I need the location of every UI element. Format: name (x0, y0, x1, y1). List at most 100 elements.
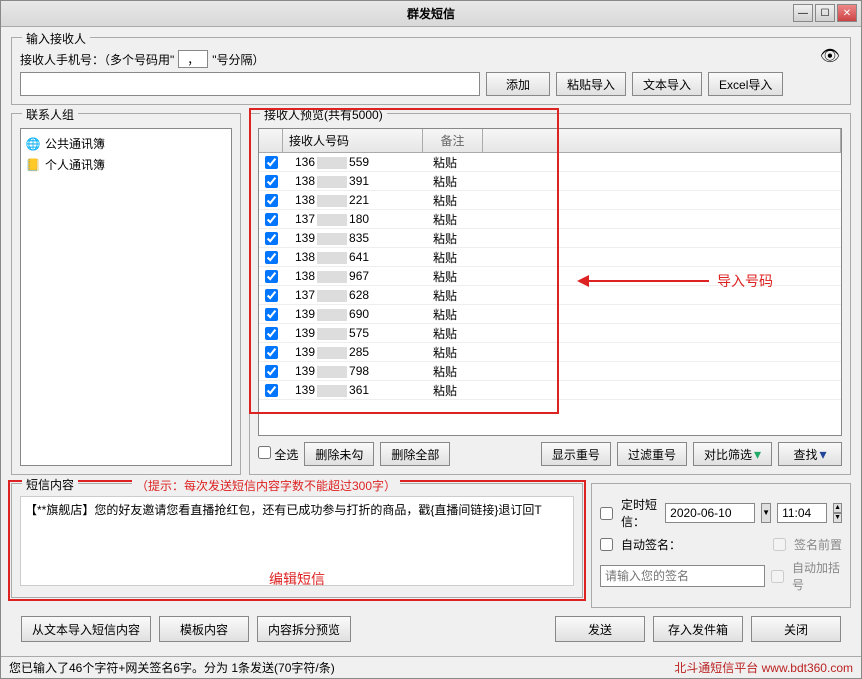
row-number: 139835 (283, 231, 423, 245)
row-checkbox[interactable] (265, 289, 278, 302)
auto-sign-label: 自动签名： (621, 536, 681, 553)
preview-group: 接收人预览(共有5000) ▲ 接收人号码 备注 136559粘贴138391粘… (249, 113, 851, 475)
table-row[interactable]: 139690粘贴 (259, 305, 841, 324)
row-remark: 粘贴 (423, 306, 483, 323)
table-row[interactable]: 138967粘贴 (259, 267, 841, 286)
row-number: 137628 (283, 288, 423, 302)
contacts-tree: 🌐公共通讯簿📒个人通讯簿 (20, 128, 232, 466)
recipient-phone-input[interactable] (20, 72, 480, 96)
chevron-down-icon: ▾ (754, 446, 761, 462)
col-number: 接收人号码 (283, 129, 423, 152)
import-text-sms-button[interactable]: 从文本导入短信内容 (21, 616, 151, 642)
statusbar: 您已输入了46个字符+网关签名6字。分为 1条发送(70字符/条) 北斗通短信平… (1, 656, 861, 678)
delete-all-button[interactable]: 删除全部 (380, 442, 450, 466)
minimize-button[interactable]: — (793, 4, 813, 22)
row-checkbox[interactable] (265, 232, 278, 245)
close-button[interactable]: ✕ (837, 4, 857, 22)
table-row[interactable]: 136559粘贴 (259, 153, 841, 172)
row-remark: 粘贴 (423, 154, 483, 171)
row-remark: 粘贴 (423, 230, 483, 247)
row-checkbox[interactable] (265, 270, 278, 283)
sms-hint: （提示：每次发送短信内容字数不能超过300字） (132, 477, 400, 494)
row-number: 139798 (283, 364, 423, 378)
search-button[interactable]: 查找▾ (778, 442, 842, 466)
row-checkbox[interactable] (265, 384, 278, 397)
table-row[interactable]: 137628粘贴 (259, 286, 841, 305)
paste-import-button[interactable]: 粘贴导入 (556, 72, 626, 96)
save-outbox-button[interactable]: 存入发件箱 (653, 616, 743, 642)
row-number: 139690 (283, 307, 423, 321)
edit-sms-annotation: 编辑短信 (269, 569, 325, 589)
row-remark: 粘贴 (423, 268, 483, 285)
auto-bracket-label: 自动加括号 (792, 559, 842, 593)
row-remark: 粘贴 (423, 173, 483, 190)
eye-icon[interactable]: 👁 (820, 46, 840, 66)
row-checkbox[interactable] (265, 346, 278, 359)
row-number: 138391 (283, 174, 423, 188)
auto-sign-checkbox[interactable] (600, 538, 613, 551)
row-remark: 粘贴 (423, 344, 483, 361)
recipient-legend: 输入接收人 (22, 30, 90, 47)
row-checkbox[interactable] (265, 365, 278, 378)
table-row[interactable]: 139835粘贴 (259, 229, 841, 248)
row-checkbox[interactable] (265, 213, 278, 226)
brand-name: 北斗通短信平台 (674, 661, 758, 675)
row-checkbox[interactable] (265, 156, 278, 169)
table-row[interactable]: 139575粘贴 (259, 324, 841, 343)
row-remark: 粘贴 (423, 211, 483, 228)
table-row[interactable]: 139361粘贴 (259, 381, 841, 400)
status-text: 您已输入了46个字符+网关签名6字。分为 1条发送(70字符/条) (9, 659, 335, 676)
row-checkbox[interactable] (265, 194, 278, 207)
sign-prefix-checkbox (773, 538, 786, 551)
time-input[interactable] (777, 503, 827, 523)
timed-sms-label: 定时短信： (621, 496, 659, 530)
table-row[interactable]: 138641粘贴 (259, 248, 841, 267)
text-import-button[interactable]: 文本导入 (632, 72, 702, 96)
close-dialog-button[interactable]: 关闭 (751, 616, 841, 642)
send-button[interactable]: 发送 (555, 616, 645, 642)
table-row[interactable]: 138391粘贴 (259, 172, 841, 191)
brand-url: www.bdt360.com (762, 661, 853, 675)
contacts-legend: 联系人组 (22, 106, 78, 123)
signature-input[interactable] (600, 565, 765, 587)
compare-filter-button[interactable]: 对比筛选▾ (693, 442, 772, 466)
date-input[interactable] (665, 503, 755, 523)
tree-item[interactable]: 🌐公共通讯簿 (25, 133, 227, 154)
person-icon: 📒 (25, 157, 41, 173)
titlebar: 群发短信 — ☐ ✕ (1, 1, 861, 27)
sms-options-group: 定时短信： ▼ ▲▼ 自动签名： 签名前置 (591, 483, 851, 608)
row-remark: 粘贴 (423, 382, 483, 399)
dropdown-icon[interactable]: ▼ (761, 503, 771, 523)
row-remark: 粘贴 (423, 325, 483, 342)
row-number: 138641 (283, 250, 423, 264)
excel-import-button[interactable]: Excel导入 (708, 72, 783, 96)
recipient-label-prefix: 接收人手机号：（多个号码用" (20, 51, 174, 68)
select-all-checkbox[interactable]: 全选 (258, 446, 298, 463)
table-row[interactable]: 137180粘贴 (259, 210, 841, 229)
timed-sms-checkbox[interactable] (600, 507, 613, 520)
row-checkbox[interactable] (265, 308, 278, 321)
recipient-input-group: 输入接收人 👁 接收人手机号：（多个号码用" "号分隔） 添加 粘贴导入 文本导… (11, 37, 851, 105)
split-preview-button[interactable]: 内容拆分预览 (257, 616, 351, 642)
row-checkbox[interactable] (265, 175, 278, 188)
add-button[interactable]: 添加 (486, 72, 550, 96)
maximize-button[interactable]: ☐ (815, 4, 835, 22)
filter-dup-button[interactable]: 过滤重号 (617, 442, 687, 466)
table-row[interactable]: 138221粘贴 (259, 191, 841, 210)
show-dup-button[interactable]: 显示重号 (541, 442, 611, 466)
separator-input[interactable] (178, 50, 208, 68)
template-button[interactable]: 模板内容 (159, 616, 249, 642)
row-checkbox[interactable] (265, 327, 278, 340)
row-number: 138967 (283, 269, 423, 283)
table-row[interactable]: 139798粘贴 (259, 362, 841, 381)
chevron-down-icon: ▾ (819, 446, 826, 462)
time-spinner[interactable]: ▲▼ (833, 503, 842, 523)
sms-legend: 短信内容 (22, 476, 78, 493)
tree-item[interactable]: 📒个人通讯簿 (25, 154, 227, 175)
table-row[interactable]: 139285粘贴 (259, 343, 841, 362)
sign-prefix-label: 签名前置 (794, 536, 842, 553)
delete-unchecked-button[interactable]: 删除未勾 (304, 442, 374, 466)
row-checkbox[interactable] (265, 251, 278, 264)
preview-legend: 接收人预览(共有5000) (260, 106, 387, 123)
window-title: 群发短信 (407, 5, 455, 22)
